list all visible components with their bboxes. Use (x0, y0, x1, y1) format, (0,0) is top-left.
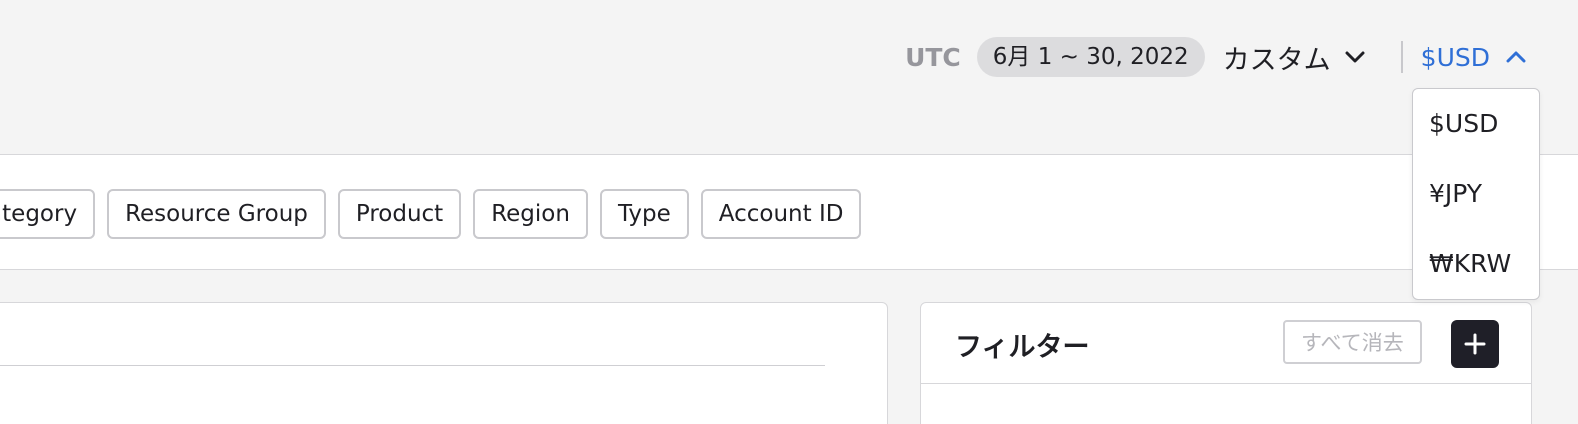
header-divider (1400, 41, 1403, 73)
timezone-label: UTC (905, 42, 961, 72)
add-filter-button[interactable] (1451, 320, 1499, 368)
chip-product[interactable]: Product (337, 189, 462, 239)
group-by-chips: Category Resource Group Product Region T… (0, 189, 873, 239)
chevron-down-icon (1345, 51, 1365, 63)
filter-panel-header: フィルター すべて消去 (921, 303, 1531, 384)
currency-option-krw[interactable]: ₩KRW (1413, 229, 1539, 299)
filter-panel: フィルター すべて消去 (920, 302, 1532, 424)
panel-divider (0, 365, 825, 366)
currency-label: $USD (1420, 42, 1490, 72)
chip-resource-group[interactable]: Resource Group (107, 189, 326, 239)
chevron-up-icon (1506, 51, 1526, 63)
range-type-label: カスタム (1222, 44, 1331, 76)
group-by-bar: Category Resource Group Product Region T… (0, 154, 1578, 270)
chart-panel (0, 302, 888, 424)
range-type-dropdown[interactable]: カスタム (1223, 38, 1365, 77)
header-controls: UTC 6月 1 ~ 30, 2022 カスタム $USD (905, 36, 1526, 78)
filter-title: フィルター (955, 332, 1090, 363)
currency-option-jpy[interactable]: ¥JPY (1413, 159, 1539, 229)
chip-region[interactable]: Region (473, 189, 588, 239)
page: UTC 6月 1 ~ 30, 2022 カスタム $USD $USD ¥JPY … (0, 0, 1578, 424)
currency-option-usd[interactable]: $USD (1413, 89, 1539, 159)
plus-icon (1464, 333, 1486, 355)
currency-dropdown[interactable]: $USD (1421, 43, 1526, 72)
chip-account-id[interactable]: Account ID (700, 189, 862, 239)
currency-menu: $USD ¥JPY ₩KRW (1412, 88, 1540, 300)
chip-category[interactable]: Category (0, 189, 96, 239)
chip-type[interactable]: Type (599, 189, 689, 239)
date-range-badge[interactable]: 6月 1 ~ 30, 2022 (976, 37, 1205, 77)
clear-all-button[interactable]: すべて消去 (1283, 320, 1422, 364)
